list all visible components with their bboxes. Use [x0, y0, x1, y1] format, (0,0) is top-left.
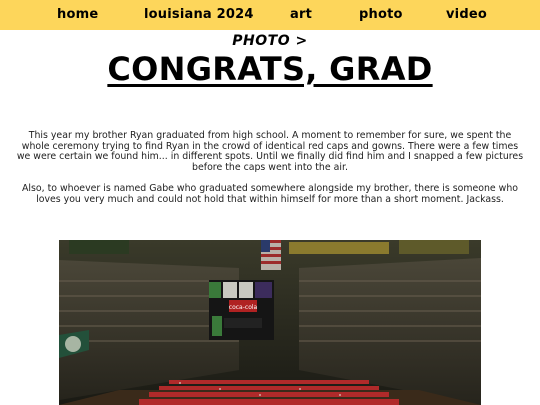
body-paragraph-2: Also, to whoever is named Gabe who gradu… [21, 183, 519, 205]
arena-photo-image: coca-cola [59, 240, 481, 405]
graduation-photo: coca-cola [59, 240, 481, 405]
nav-link-louisiana-2024[interactable]: louisiana 2024 [144, 7, 254, 22]
scoreboard-ad-text: coca-cola [229, 304, 258, 311]
nav-link-photo[interactable]: photo [359, 7, 403, 22]
page-title: CONGRATS, GRAD [107, 50, 433, 88]
top-nav-bar: home louisiana 2024 art photo video [0, 0, 540, 30]
body-paragraph-1: This year my brother Ryan graduated from… [16, 130, 524, 173]
nav-link-video[interactable]: video [446, 7, 487, 22]
nav-link-home[interactable]: home [57, 7, 98, 22]
breadcrumb[interactable]: PHOTO > [0, 33, 540, 49]
nav-link-art[interactable]: art [290, 7, 312, 22]
